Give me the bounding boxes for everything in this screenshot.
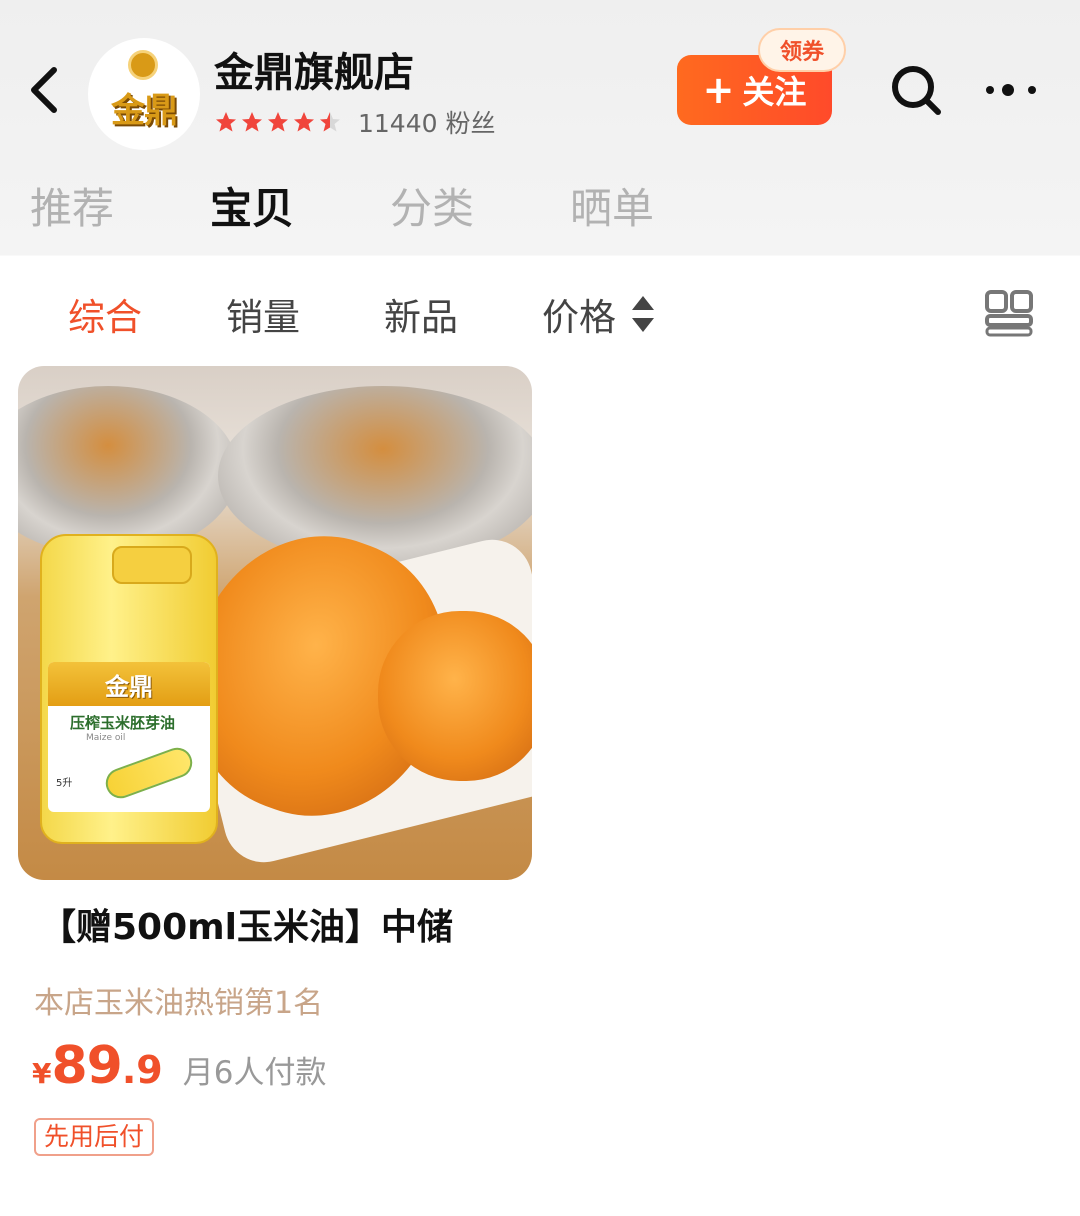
more-button[interactable] [982,72,1042,108]
price-row: ¥ 89 .9 月6人付款 [32,1036,326,1096]
store-logo[interactable]: 金鼎 [88,38,200,150]
bowl-decoration [18,386,238,556]
chevron-left-icon [31,67,57,113]
pay-later-tag: 先用后付 [34,1118,155,1156]
store-name[interactable]: 金鼎旗舰店 [214,40,414,98]
star-icon [242,112,262,132]
coupon-badge[interactable]: 领券 [758,28,846,72]
price-decimal: .9 [121,1048,163,1092]
tab-reviews[interactable]: 晒单 [570,175,654,236]
tab-products[interactable]: 宝贝 [210,175,294,236]
star-icon [294,112,314,132]
sort-arrows-icon[interactable] [630,294,656,334]
bottle-brand: 金鼎 [105,671,153,701]
search-button[interactable] [888,62,944,118]
bottle-label: 金鼎 压榨玉米胚芽油 Maize oil 5升 [48,662,210,812]
logo-emblem [128,50,158,80]
tab-recommend[interactable]: 推荐 [30,175,114,236]
product-card[interactable]: 金鼎 压榨玉米胚芽油 Maize oil 5升 【赠500ml玉米油】中储 本店… [18,366,532,1156]
pancake-decoration [378,611,532,781]
sort-comprehensive[interactable]: 综合 [68,287,142,341]
sort-new[interactable]: 新品 [384,287,458,341]
product-rank: 本店玉米油热销第1名 [34,986,324,1021]
more-dots-icon [986,84,1036,96]
rating-stars [214,110,342,134]
bottle-volume: 5升 [56,778,73,789]
oil-bottle: 金鼎 压榨玉米胚芽油 Maize oil 5升 [40,534,218,844]
plus-icon: + [702,68,735,112]
store-rating: 11440 粉丝 [214,105,495,139]
bowl-decoration [218,386,532,566]
store-page: 金鼎 金鼎旗舰店 11440 粉丝 + 关注 领券 推荐 宝贝 分类 晒单 综合… [0,0,1080,1216]
sort-sales[interactable]: 销量 [226,287,300,341]
bottle-cap [112,546,192,584]
store-tabs: 推荐 宝贝 分类 晒单 [0,175,1080,237]
tab-category[interactable]: 分类 [390,175,474,236]
grid-view-icon[interactable] [984,289,1034,337]
star-icon [268,112,288,132]
fans-count: 11440 粉丝 [358,109,496,138]
bottle-subtitle: Maize oil [86,733,126,743]
product-image[interactable]: 金鼎 压榨玉米胚芽油 Maize oil 5升 [18,366,532,880]
search-icon [892,66,941,115]
corn-illustration [101,743,197,803]
sort-price[interactable]: 价格 [542,287,616,341]
sales-count: 月6人付款 [182,1055,327,1091]
currency-symbol: ¥ [32,1057,52,1090]
back-button[interactable] [22,62,70,118]
logo-text: 金鼎 [111,90,178,131]
price-integer: 89 [51,1036,122,1096]
follow-label: 关注 [742,73,807,111]
star-icon [216,112,236,132]
bottle-type: 压榨玉米胚芽油 [70,714,176,732]
product-title[interactable]: 【赠500ml玉米油】中储 [40,898,532,950]
star-half-icon [320,112,340,132]
